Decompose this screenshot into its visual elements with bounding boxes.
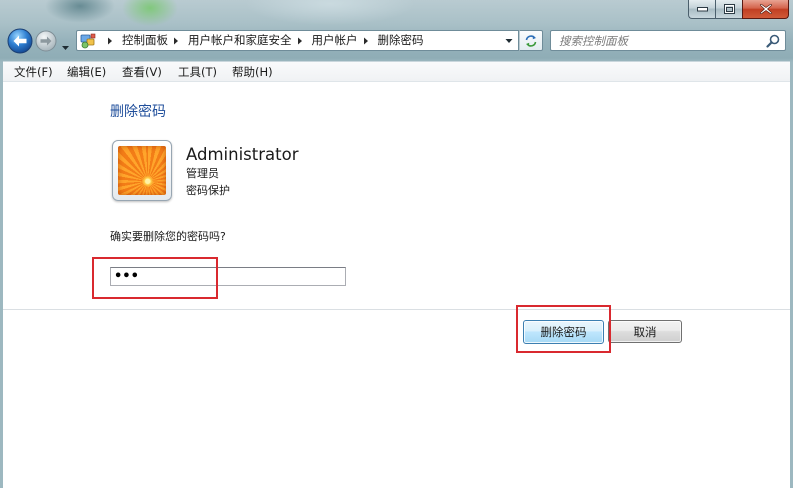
maximize-button[interactable] xyxy=(715,0,742,19)
close-icon xyxy=(759,4,772,14)
recent-pages-button[interactable] xyxy=(61,37,70,50)
menu-tools[interactable]: 工具(T) xyxy=(178,64,217,80)
minimize-button[interactable] xyxy=(688,0,715,19)
refresh-icon xyxy=(525,34,537,47)
breadcrumb-item-user-accounts-family-safety[interactable]: 用户帐户和家庭安全 xyxy=(186,31,294,50)
avatar xyxy=(112,140,172,201)
window-caption-buttons xyxy=(688,0,789,19)
menu-file[interactable]: 文件(F) xyxy=(14,64,53,80)
menu-help[interactable]: 帮助(H) xyxy=(232,64,273,80)
address-history-button[interactable] xyxy=(499,31,518,50)
breadcrumb-separator-icon[interactable] xyxy=(107,37,113,45)
close-button[interactable] xyxy=(742,0,789,19)
breadcrumb-separator-icon[interactable] xyxy=(363,37,369,45)
remove-password-button[interactable]: 删除密码 xyxy=(523,320,604,344)
breadcrumb-item-remove-password[interactable]: 删除密码 xyxy=(376,31,426,50)
back-button[interactable] xyxy=(7,28,33,54)
back-arrow-icon xyxy=(7,28,33,54)
refresh-button[interactable] xyxy=(519,30,543,51)
search-input[interactable] xyxy=(551,32,766,49)
user-password-status: 密码保护 xyxy=(186,184,230,197)
maximize-icon xyxy=(723,4,735,14)
breadcrumb-item-control-panel[interactable]: 控制面板 xyxy=(120,31,170,50)
breadcrumb-item-user-accounts[interactable]: 用户帐户 xyxy=(310,31,360,50)
confirm-prompt: 确实要删除您的密码吗? xyxy=(110,230,226,243)
search-box xyxy=(550,30,786,51)
current-password-field[interactable] xyxy=(110,267,346,286)
cancel-button[interactable]: 取消 xyxy=(608,320,682,343)
page-title: 删除密码 xyxy=(110,104,166,120)
flower-avatar-icon xyxy=(118,146,166,195)
minimize-icon xyxy=(696,6,708,11)
breadcrumb: 控制面板 用户帐户和家庭安全 用户帐户 删除密码 xyxy=(104,31,499,50)
menu-edit[interactable]: 编辑(E) xyxy=(67,64,106,80)
user-role: 管理员 xyxy=(186,167,219,180)
user-name: Administrator xyxy=(186,145,299,164)
chevron-down-icon xyxy=(62,46,69,50)
breadcrumb-separator-icon[interactable] xyxy=(297,37,303,45)
address-bar[interactable]: 控制面板 用户帐户和家庭安全 用户帐户 删除密码 xyxy=(76,30,519,51)
breadcrumb-separator-icon[interactable] xyxy=(173,37,179,45)
divider xyxy=(3,309,790,310)
menu-view[interactable]: 查看(V) xyxy=(122,64,162,80)
forward-button[interactable] xyxy=(35,30,57,52)
forward-arrow-icon xyxy=(35,30,57,52)
control-panel-icon xyxy=(80,33,96,48)
menu-bar: 文件(F) 编辑(E) 查看(V) 工具(T) 帮助(H) xyxy=(3,61,790,82)
search-icon[interactable] xyxy=(766,34,780,48)
chevron-down-icon xyxy=(505,38,513,43)
